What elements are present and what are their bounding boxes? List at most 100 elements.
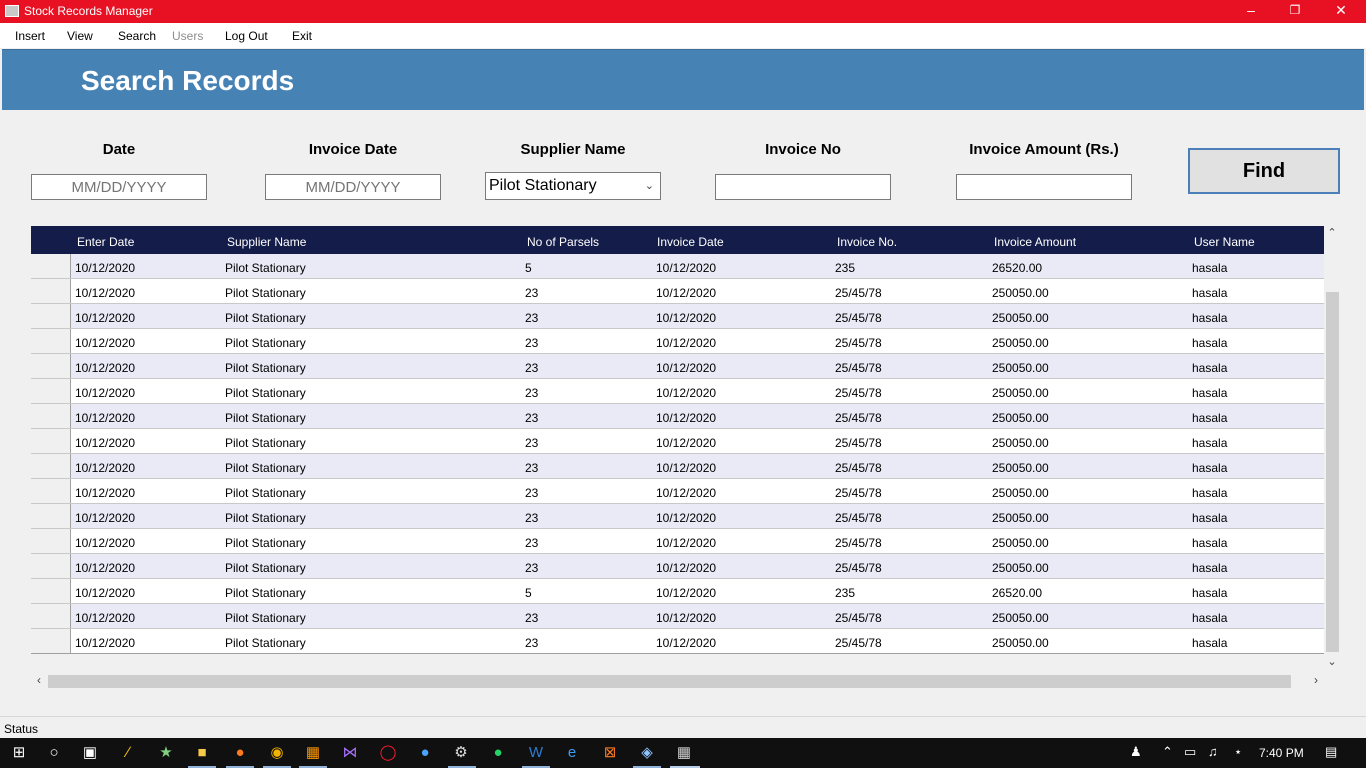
cell-invoice-amount[interactable]: 26520.00 [992,586,1042,600]
cell-invoice-no[interactable]: 25/45/78 [835,361,882,375]
table-row[interactable]: 10/12/2020 Pilot Stationary 23 10/12/2020 25… [31,454,1324,479]
scroll-left-icon[interactable]: ‹ [31,673,47,689]
row-header[interactable] [31,429,71,453]
menu-log-out[interactable]: Log Out [225,29,268,43]
vertical-scrollbar[interactable]: ⌃ ⌄ [1324,226,1340,672]
cell-enter-date[interactable]: 10/12/2020 [75,261,135,275]
table-row[interactable]: 10/12/2020 Pilot Stationary 23 10/12/2020 25… [31,529,1324,554]
cell-supplier-name[interactable]: Pilot Stationary [225,361,306,375]
cell-invoice-no[interactable]: 235 [835,586,855,600]
cell-invoice-date[interactable]: 10/12/2020 [656,461,716,475]
cell-user-name[interactable]: hasala [1192,336,1227,350]
cell-enter-date[interactable]: 10/12/2020 [75,461,135,475]
invoice-date-field[interactable] [265,174,441,200]
chevron-up-icon[interactable]: ⌃ [1162,744,1173,760]
firefox-icon[interactable]: ● [230,743,250,763]
cell-enter-date[interactable]: 10/12/2020 [75,536,135,550]
cell-invoice-amount[interactable]: 250050.00 [992,536,1049,550]
cell-no-of-parsels[interactable]: 23 [525,511,538,525]
cell-user-name[interactable]: hasala [1192,261,1227,275]
cell-supplier-name[interactable]: Pilot Stationary [225,611,306,625]
cell-invoice-no[interactable]: 25/45/78 [835,386,882,400]
cell-invoice-amount[interactable]: 250050.00 [992,311,1049,325]
cell-invoice-amount[interactable]: 250050.00 [992,386,1049,400]
cell-supplier-name[interactable]: Pilot Stationary [225,411,306,425]
cell-invoice-amount[interactable]: 250050.00 [992,611,1049,625]
table-row[interactable]: 10/12/2020 Pilot Stationary 23 10/12/2020 25… [31,479,1324,504]
cell-no-of-parsels[interactable]: 23 [525,436,538,450]
find-button[interactable]: Find [1188,148,1340,194]
table-row[interactable]: 10/12/2020 Pilot Stationary 23 10/12/2020 25… [31,379,1324,404]
cell-invoice-no[interactable]: 25/45/78 [835,461,882,475]
cell-enter-date[interactable]: 10/12/2020 [75,561,135,575]
cell-invoice-date[interactable]: 10/12/2020 [656,361,716,375]
chrome-icon[interactable]: ◉ [267,743,287,763]
cell-invoice-no[interactable]: 25/45/78 [835,511,882,525]
cell-invoice-amount[interactable]: 250050.00 [992,336,1049,350]
cell-invoice-no[interactable]: 25/45/78 [835,636,882,650]
task-view-icon[interactable]: ▣ [80,743,100,763]
cell-user-name[interactable]: hasala [1192,361,1227,375]
cell-supplier-name[interactable]: Pilot Stationary [225,336,306,350]
row-header[interactable] [31,604,71,628]
cell-invoice-date[interactable]: 10/12/2020 [656,311,716,325]
menu-view[interactable]: View [67,29,93,43]
cell-invoice-date[interactable]: 10/12/2020 [656,511,716,525]
cell-supplier-name[interactable]: Pilot Stationary [225,261,306,275]
cell-invoice-amount[interactable]: 250050.00 [992,486,1049,500]
cell-invoice-no[interactable]: 25/45/78 [835,286,882,300]
close-button[interactable]: ✕ [1318,0,1364,23]
cell-enter-date[interactable]: 10/12/2020 [75,511,135,525]
cell-invoice-date[interactable]: 10/12/2020 [656,411,716,425]
cell-supplier-name[interactable]: Pilot Stationary [225,536,306,550]
records-grid[interactable]: Enter Date Supplier Name No of Parsels I… [31,226,1324,654]
cell-invoice-amount[interactable]: 250050.00 [992,361,1049,375]
cell-no-of-parsels[interactable]: 23 [525,411,538,425]
horizontal-scrollbar[interactable]: ‹ › [31,672,1324,690]
cell-no-of-parsels[interactable]: 23 [525,636,538,650]
menu-users[interactable]: Users [172,29,203,43]
file-explorer-icon[interactable]: ■ [192,743,212,763]
menu-search[interactable]: Search [118,29,156,43]
cell-supplier-name[interactable]: Pilot Stationary [225,311,306,325]
cell-user-name[interactable]: hasala [1192,611,1227,625]
table-row[interactable]: 10/12/2020 Pilot Stationary 23 10/12/2020 25… [31,404,1324,429]
row-header[interactable] [31,454,71,478]
app-icon[interactable]: ★ [156,743,176,763]
opera-icon[interactable]: ◯ [378,743,398,763]
cell-no-of-parsels[interactable]: 23 [525,361,538,375]
cell-invoice-no[interactable]: 25/45/78 [835,436,882,450]
vertical-scroll-thumb[interactable] [1326,292,1339,652]
search-icon[interactable]: ○ [44,743,64,763]
cell-enter-date[interactable]: 10/12/2020 [75,361,135,375]
cell-user-name[interactable]: hasala [1192,486,1227,500]
cell-user-name[interactable]: hasala [1192,311,1227,325]
cell-no-of-parsels[interactable]: 23 [525,286,538,300]
cell-enter-date[interactable]: 10/12/2020 [75,586,135,600]
cell-supplier-name[interactable]: Pilot Stationary [225,386,306,400]
cell-invoice-date[interactable]: 10/12/2020 [656,586,716,600]
cell-no-of-parsels[interactable]: 23 [525,561,538,575]
start-icon[interactable]: ⊞ [9,743,29,763]
cell-invoice-amount[interactable]: 250050.00 [992,636,1049,650]
cell-invoice-no[interactable]: 25/45/78 [835,561,882,575]
stock-manager-icon[interactable]: ▦ [674,743,694,763]
supplier-name-dropdown[interactable]: Pilot Stationary ⌄ [485,172,661,200]
row-header[interactable] [31,404,71,428]
table-row[interactable]: 10/12/2020 Pilot Stationary 23 10/12/2020 25… [31,604,1324,629]
scroll-up-icon[interactable]: ⌃ [1324,226,1340,243]
column-header-invoice-amount[interactable]: Invoice Amount [994,235,1076,249]
wifi-icon[interactable]: ⋆ [1234,744,1242,760]
table-row[interactable]: 10/12/2020 Pilot Stationary 23 10/12/2020 25… [31,304,1324,329]
settings-icon[interactable]: ⚙ [451,743,471,763]
edge-icon[interactable]: e [562,743,582,763]
cell-supplier-name[interactable]: Pilot Stationary [225,586,306,600]
visual-studio-icon[interactable]: ⋈ [340,743,360,763]
row-header[interactable] [31,304,71,328]
cell-no-of-parsels[interactable]: 23 [525,486,538,500]
cell-invoice-no[interactable]: 25/45/78 [835,411,882,425]
cell-invoice-date[interactable]: 10/12/2020 [656,386,716,400]
firefox-dev-icon[interactable]: ● [415,743,435,763]
row-header[interactable] [31,479,71,503]
invoice-no-field[interactable] [715,174,891,200]
